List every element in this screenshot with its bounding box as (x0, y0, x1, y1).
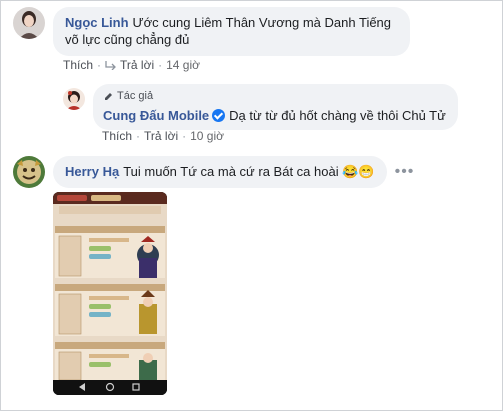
comment-author[interactable]: Herry Hạ (65, 164, 119, 179)
comment-author[interactable]: Ngọc Linh (65, 15, 129, 30)
comment-bubble: Ngọc Linh Ước cung Liêm Thân Vương mà Dan… (53, 7, 410, 56)
avatar-herry-ha[interactable] (13, 156, 45, 188)
avatar-cung-dau-mobile[interactable] (63, 88, 85, 110)
comment-bubble: Tác giả Cung Đấu Mobile Dạ từ từ đủ hốt … (93, 84, 458, 130)
author-badge: Tác giả (103, 88, 446, 105)
reply-link[interactable]: Trả lời (120, 58, 154, 72)
comment-text: Tui muốn Tứ ca mà cứ ra Bát ca hoài (123, 164, 339, 179)
separator: · (97, 58, 102, 72)
timestamp[interactable]: 14 giờ (166, 58, 200, 72)
pen-icon (105, 93, 112, 100)
comment-author[interactable]: Cung Đấu Mobile (103, 107, 209, 124)
grinning-emoji-icon: 😁 (358, 164, 375, 179)
separator: · (182, 129, 187, 143)
game-screenshot-image (53, 192, 167, 395)
comment-actions: Thích · Trả lời · 10 giờ (102, 129, 224, 143)
badge-label: Tác giả (117, 90, 154, 102)
comment-bubble: Herry Hạ Tui muốn Tứ ca mà cứ ra Bát ca h… (53, 156, 387, 188)
comment-ngoc-linh: Ngọc Linh Ước cung Liêm Thân Vương mà Dan… (13, 7, 410, 56)
more-options-icon[interactable]: ••• (395, 163, 415, 181)
comment-herry-ha: Herry Hạ Tui muốn Tứ ca mà cứ ra Bát ca h… (13, 156, 414, 188)
comment-text: Dạ từ từ đủ hốt chàng về thôi Chủ Tử (229, 108, 446, 123)
attached-image[interactable] (53, 192, 167, 395)
like-link[interactable]: Thích (63, 58, 93, 72)
comment-actions: Thích · Trả lời · 14 giờ (63, 58, 200, 72)
timestamp[interactable]: 10 giờ (190, 129, 224, 143)
avatar-ngoc-linh[interactable] (13, 7, 45, 39)
separator: · (136, 129, 141, 143)
reply-link[interactable]: Trả lời (144, 129, 178, 143)
like-link[interactable]: Thích (102, 129, 132, 143)
comment-cung-dau-mobile: Tác giả Cung Đấu Mobile Dạ từ từ đủ hốt … (63, 84, 458, 130)
separator: · (158, 58, 163, 72)
laughing-emoji-icon: 😂 (342, 164, 359, 179)
reply-arrow-icon (105, 61, 116, 70)
verified-badge-icon (212, 109, 226, 122)
